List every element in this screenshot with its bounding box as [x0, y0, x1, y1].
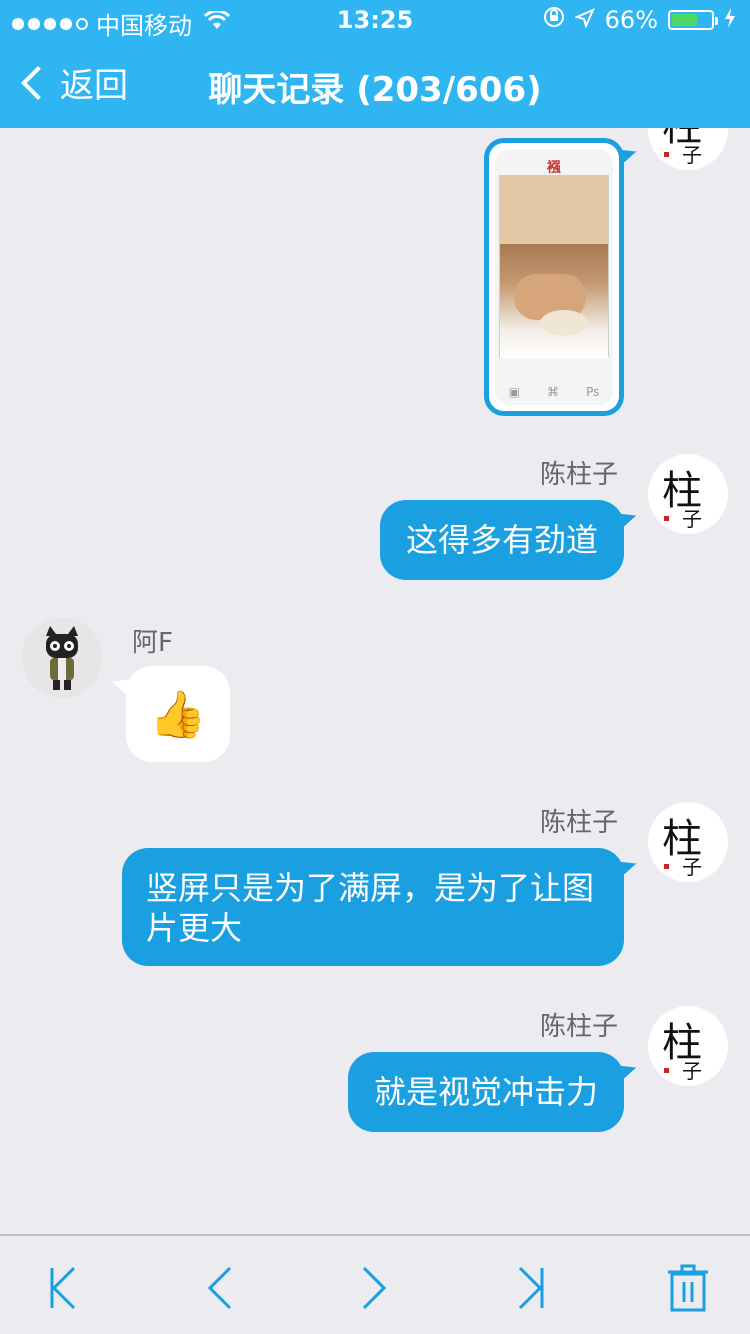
rotation-lock-icon: [543, 6, 565, 34]
message-text-line: 竖屏只是为了满屏，是为了让图: [146, 869, 595, 907]
bottom-toolbar: [0, 1234, 750, 1334]
first-page-button[interactable]: [34, 1262, 94, 1314]
message-bubble[interactable]: 就是视觉冲击力: [347, 1052, 624, 1132]
svg-text:子: 子: [682, 855, 702, 879]
thumbs-up-icon: 👍: [149, 687, 207, 741]
previous-page-icon: [207, 1266, 232, 1310]
battery-percent: 66%: [604, 6, 658, 34]
svg-text:子: 子: [682, 143, 702, 167]
delete-button[interactable]: [658, 1262, 718, 1314]
battery-icon: [668, 10, 718, 30]
image-message[interactable]: 襁 ▣ ⌘ Ps: [484, 138, 624, 416]
svg-text:子: 子: [682, 507, 702, 531]
zhuzi-calligraphy-avatar[interactable]: 柱子: [648, 1006, 728, 1086]
status-bar: 中国移动 13:25 66%: [0, 0, 750, 40]
previous-page-button[interactable]: [190, 1262, 250, 1314]
location-arrow-icon: [573, 6, 595, 34]
black-cat-avatar[interactable]: [22, 618, 102, 698]
zhuzi-calligraphy-avatar[interactable]: 柱子: [648, 454, 728, 534]
emoji-message[interactable]: 👍: [126, 666, 230, 762]
sender-name: 陈柱子: [539, 460, 618, 490]
message-bubble[interactable]: 这得多有劲道: [379, 500, 624, 580]
sender-name: 陈柱子: [539, 808, 618, 838]
phone-logo: 襁: [547, 160, 561, 176]
chat-history[interactable]: 柱子 襁 ▣ ⌘ Ps 陈柱子 柱子 这得多有劲道: [0, 128, 750, 1234]
top-bar: 中国移动 13:25 66% 返回 聊天记录 (203/606): [0, 0, 750, 128]
last-page-button[interactable]: [500, 1262, 560, 1314]
page-title: 聊天记录 (203/606): [208, 70, 542, 110]
next-page-icon: [362, 1266, 387, 1310]
zhuzi-calligraphy-avatar[interactable]: 柱子: [648, 128, 728, 170]
charging-bolt-icon: [724, 6, 736, 34]
trash-icon: [668, 1264, 708, 1312]
status-right: 66%: [543, 6, 736, 34]
svg-text:子: 子: [682, 1059, 702, 1083]
message-bubble[interactable]: 竖屏只是为了满屏，是为了让图 片更大: [122, 848, 624, 966]
phone-nav-icons: ▣ ⌘ Ps: [508, 385, 600, 399]
first-page-icon: [50, 1266, 76, 1310]
phone-preview-image: 襁 ▣ ⌘ Ps: [495, 149, 613, 405]
next-page-button[interactable]: [344, 1262, 404, 1314]
zhuzi-calligraphy-avatar[interactable]: 柱子: [648, 802, 728, 882]
message-text-line: 片更大: [146, 909, 243, 947]
last-page-icon: [518, 1266, 544, 1310]
kneading-dough-photo: [500, 244, 608, 358]
sender-name: 陈柱子: [539, 1012, 618, 1042]
sender-name: 阿F: [132, 628, 173, 658]
